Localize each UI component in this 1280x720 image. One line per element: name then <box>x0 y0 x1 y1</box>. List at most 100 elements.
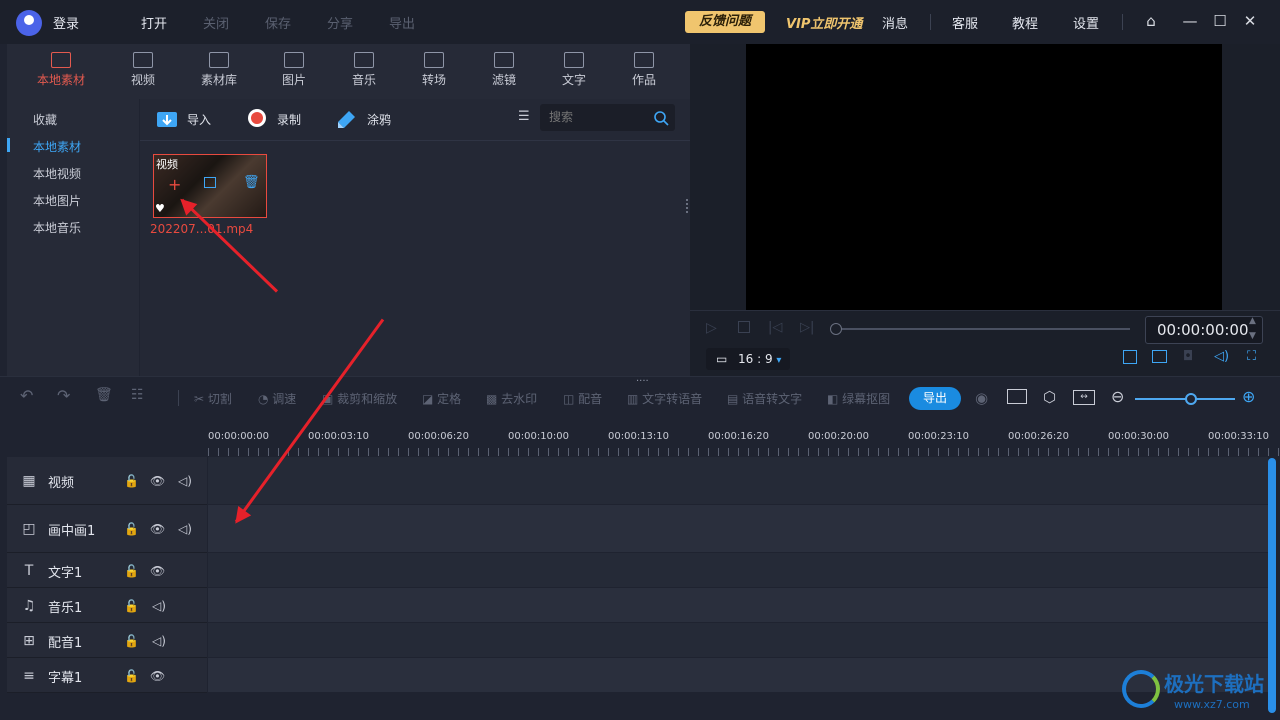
marker-icon[interactable]: ⬡ <box>1043 388 1056 406</box>
eye-icon[interactable]: 👁 <box>150 474 165 488</box>
play-icon[interactable]: ▷ <box>706 320 717 336</box>
sort-icon[interactable]: ☰ <box>518 109 530 124</box>
stt-button[interactable]: ▤ 语音转文字 <box>727 390 802 407</box>
sidebar-item-favorites[interactable]: 收藏 <box>33 111 57 128</box>
seek-knob[interactable] <box>830 323 842 335</box>
lock-icon[interactable]: 🔓 <box>124 522 139 536</box>
lock-icon[interactable]: 🔓 <box>124 564 139 578</box>
fit-width-icon[interactable]: ↔ <box>1073 390 1095 405</box>
cat-transition[interactable]: 转场 <box>404 44 464 99</box>
export-button[interactable]: 导出 <box>909 387 961 410</box>
eye-icon[interactable]: 👁 <box>150 522 165 536</box>
volume-icon[interactable]: ◁) <box>1214 349 1229 364</box>
adjust-icon[interactable]: ☷ <box>131 387 144 403</box>
minimize-icon[interactable]: — <box>1181 12 1199 30</box>
sidebar-item-local-image[interactable]: 本地图片 <box>33 192 81 209</box>
camera-icon[interactable]: ◘ <box>1183 349 1193 364</box>
search-icon[interactable] <box>653 110 669 126</box>
maximize-icon[interactable]: ☐ <box>1211 12 1229 30</box>
lock-icon[interactable]: 🔓 <box>124 474 139 488</box>
palette-icon[interactable]: ◉ <box>975 389 988 407</box>
undo-icon[interactable]: ↶ <box>20 386 33 405</box>
support-link[interactable]: 客服 <box>952 13 978 32</box>
menu-share[interactable]: 分享 <box>327 13 353 32</box>
zoom-in-icon[interactable]: ⊕ <box>1242 387 1255 406</box>
close-icon[interactable]: ✕ <box>1241 12 1259 30</box>
sidebar-item-local-media[interactable]: 本地素材 <box>33 138 81 155</box>
layout-icon[interactable] <box>1123 350 1137 364</box>
menu-save[interactable]: 保存 <box>265 13 291 32</box>
track-header-subtitle[interactable]: ≡ 字幕1 🔓 👁 <box>7 658 207 693</box>
doodle-icon[interactable] <box>336 108 358 128</box>
seek-bar[interactable] <box>838 328 1130 330</box>
video-preview[interactable] <box>746 44 1222 310</box>
chevron-up-icon[interactable]: ▲ <box>1249 316 1256 326</box>
drag-handle[interactable]: ···· <box>636 376 649 387</box>
track-lane-pip[interactable] <box>208 505 1268 553</box>
timeline-ruler[interactable]: 00:00:00:00 00:00:03:10 00:00:06:20 00:0… <box>208 420 1280 456</box>
lock-icon[interactable]: 🔓 <box>124 634 139 648</box>
dubbing-button[interactable]: ◫ 配音 <box>563 390 602 407</box>
chevron-down-icon[interactable]: ▼ <box>1249 331 1256 341</box>
eye-icon[interactable]: 👁 <box>150 564 165 578</box>
volume-icon[interactable]: ◁) <box>152 599 166 613</box>
cat-image[interactable]: 图片 <box>264 44 324 99</box>
cat-filter[interactable]: 滤镜 <box>474 44 534 99</box>
lock-icon[interactable]: 🔓 <box>124 599 139 613</box>
crop-zoom-button[interactable]: ▣ 裁剪和缩放 <box>322 390 397 407</box>
feedback-button[interactable]: 反馈问题 <box>685 11 765 33</box>
cat-library[interactable]: 素材库 <box>189 44 249 99</box>
import-button[interactable]: 导入 <box>187 111 211 128</box>
tutorial-link[interactable]: 教程 <box>1012 13 1038 32</box>
chroma-key-button[interactable]: ◧ 绿幕抠图 <box>827 390 890 407</box>
messages-link[interactable]: 消息 <box>882 13 908 32</box>
menu-export[interactable]: 导出 <box>389 13 415 32</box>
track-lane-subtitle[interactable] <box>208 658 1268 693</box>
cat-text[interactable]: 文字 <box>544 44 604 99</box>
track-header-pip[interactable]: ◰ 画中画1 🔓 👁 ◁) <box>7 505 207 553</box>
resize-handle[interactable] <box>686 199 688 213</box>
sidebar-item-local-music[interactable]: 本地音乐 <box>33 219 81 236</box>
lock-icon[interactable]: 🔓 <box>124 669 139 683</box>
media-thumbnail[interactable]: 视频 + 🗑 ♥ <box>153 154 267 218</box>
track-lane-video[interactable] <box>208 457 1268 505</box>
volume-icon[interactable]: ◁) <box>178 474 192 488</box>
import-icon[interactable] <box>156 108 178 128</box>
track-header-dubbing[interactable]: ⊞ 配音1 🔓 ◁) <box>7 623 207 658</box>
pip-icon[interactable] <box>204 177 216 188</box>
track-header-video[interactable]: ▦ 视频 🔓 👁 ◁) <box>7 457 207 505</box>
record-button[interactable]: 录制 <box>277 111 301 128</box>
eye-icon[interactable]: 👁 <box>150 669 165 683</box>
remove-watermark-button[interactable]: ▩ 去水印 <box>486 390 537 407</box>
stop-icon[interactable] <box>738 321 750 333</box>
settings-link[interactable]: 设置 <box>1073 13 1099 32</box>
cut-button[interactable]: ✂ 切割 <box>194 390 232 407</box>
split-view-icon[interactable] <box>1007 389 1027 404</box>
zoom-slider-knob[interactable] <box>1185 393 1197 405</box>
track-header-text[interactable]: T 文字1 🔓 👁 <box>7 553 207 588</box>
track-lane-text[interactable] <box>208 553 1268 588</box>
track-lane-dubbing[interactable] <box>208 623 1268 658</box>
favorite-heart-icon[interactable]: ♥ <box>155 202 165 215</box>
cat-video[interactable]: 视频 <box>113 44 173 99</box>
next-frame-icon[interactable]: ▷| <box>800 320 814 335</box>
vip-link[interactable]: VIP立即开通 <box>786 13 862 32</box>
pip-preview-icon[interactable] <box>1152 350 1167 363</box>
freeze-button[interactable]: ◪ 定格 <box>422 390 461 407</box>
login-link[interactable]: 登录 <box>53 13 79 32</box>
redo-icon[interactable]: ↷ <box>57 386 70 405</box>
cat-works[interactable]: 作品 <box>614 44 674 99</box>
doodle-button[interactable]: 涂鸦 <box>367 111 391 128</box>
speed-button[interactable]: ◔ 调速 <box>258 390 296 407</box>
app-logo-icon[interactable] <box>16 10 42 36</box>
sidebar-item-local-video[interactable]: 本地视频 <box>33 165 81 182</box>
cat-music[interactable]: 音乐 <box>334 44 394 99</box>
volume-icon[interactable]: ◁) <box>152 634 166 648</box>
menu-open[interactable]: 打开 <box>141 13 167 32</box>
tts-button[interactable]: ▥ 文字转语音 <box>627 390 702 407</box>
aspect-ratio-select[interactable]: ▭ 16 : 9 ▾ <box>706 348 790 370</box>
fullscreen-icon[interactable]: ⛶ <box>1247 349 1256 364</box>
timecode-display[interactable]: 00:00:00:00 <box>1145 316 1263 344</box>
track-lane-music[interactable] <box>208 588 1268 623</box>
track-header-music[interactable]: ♫ 音乐1 🔓 ◁) <box>7 588 207 623</box>
